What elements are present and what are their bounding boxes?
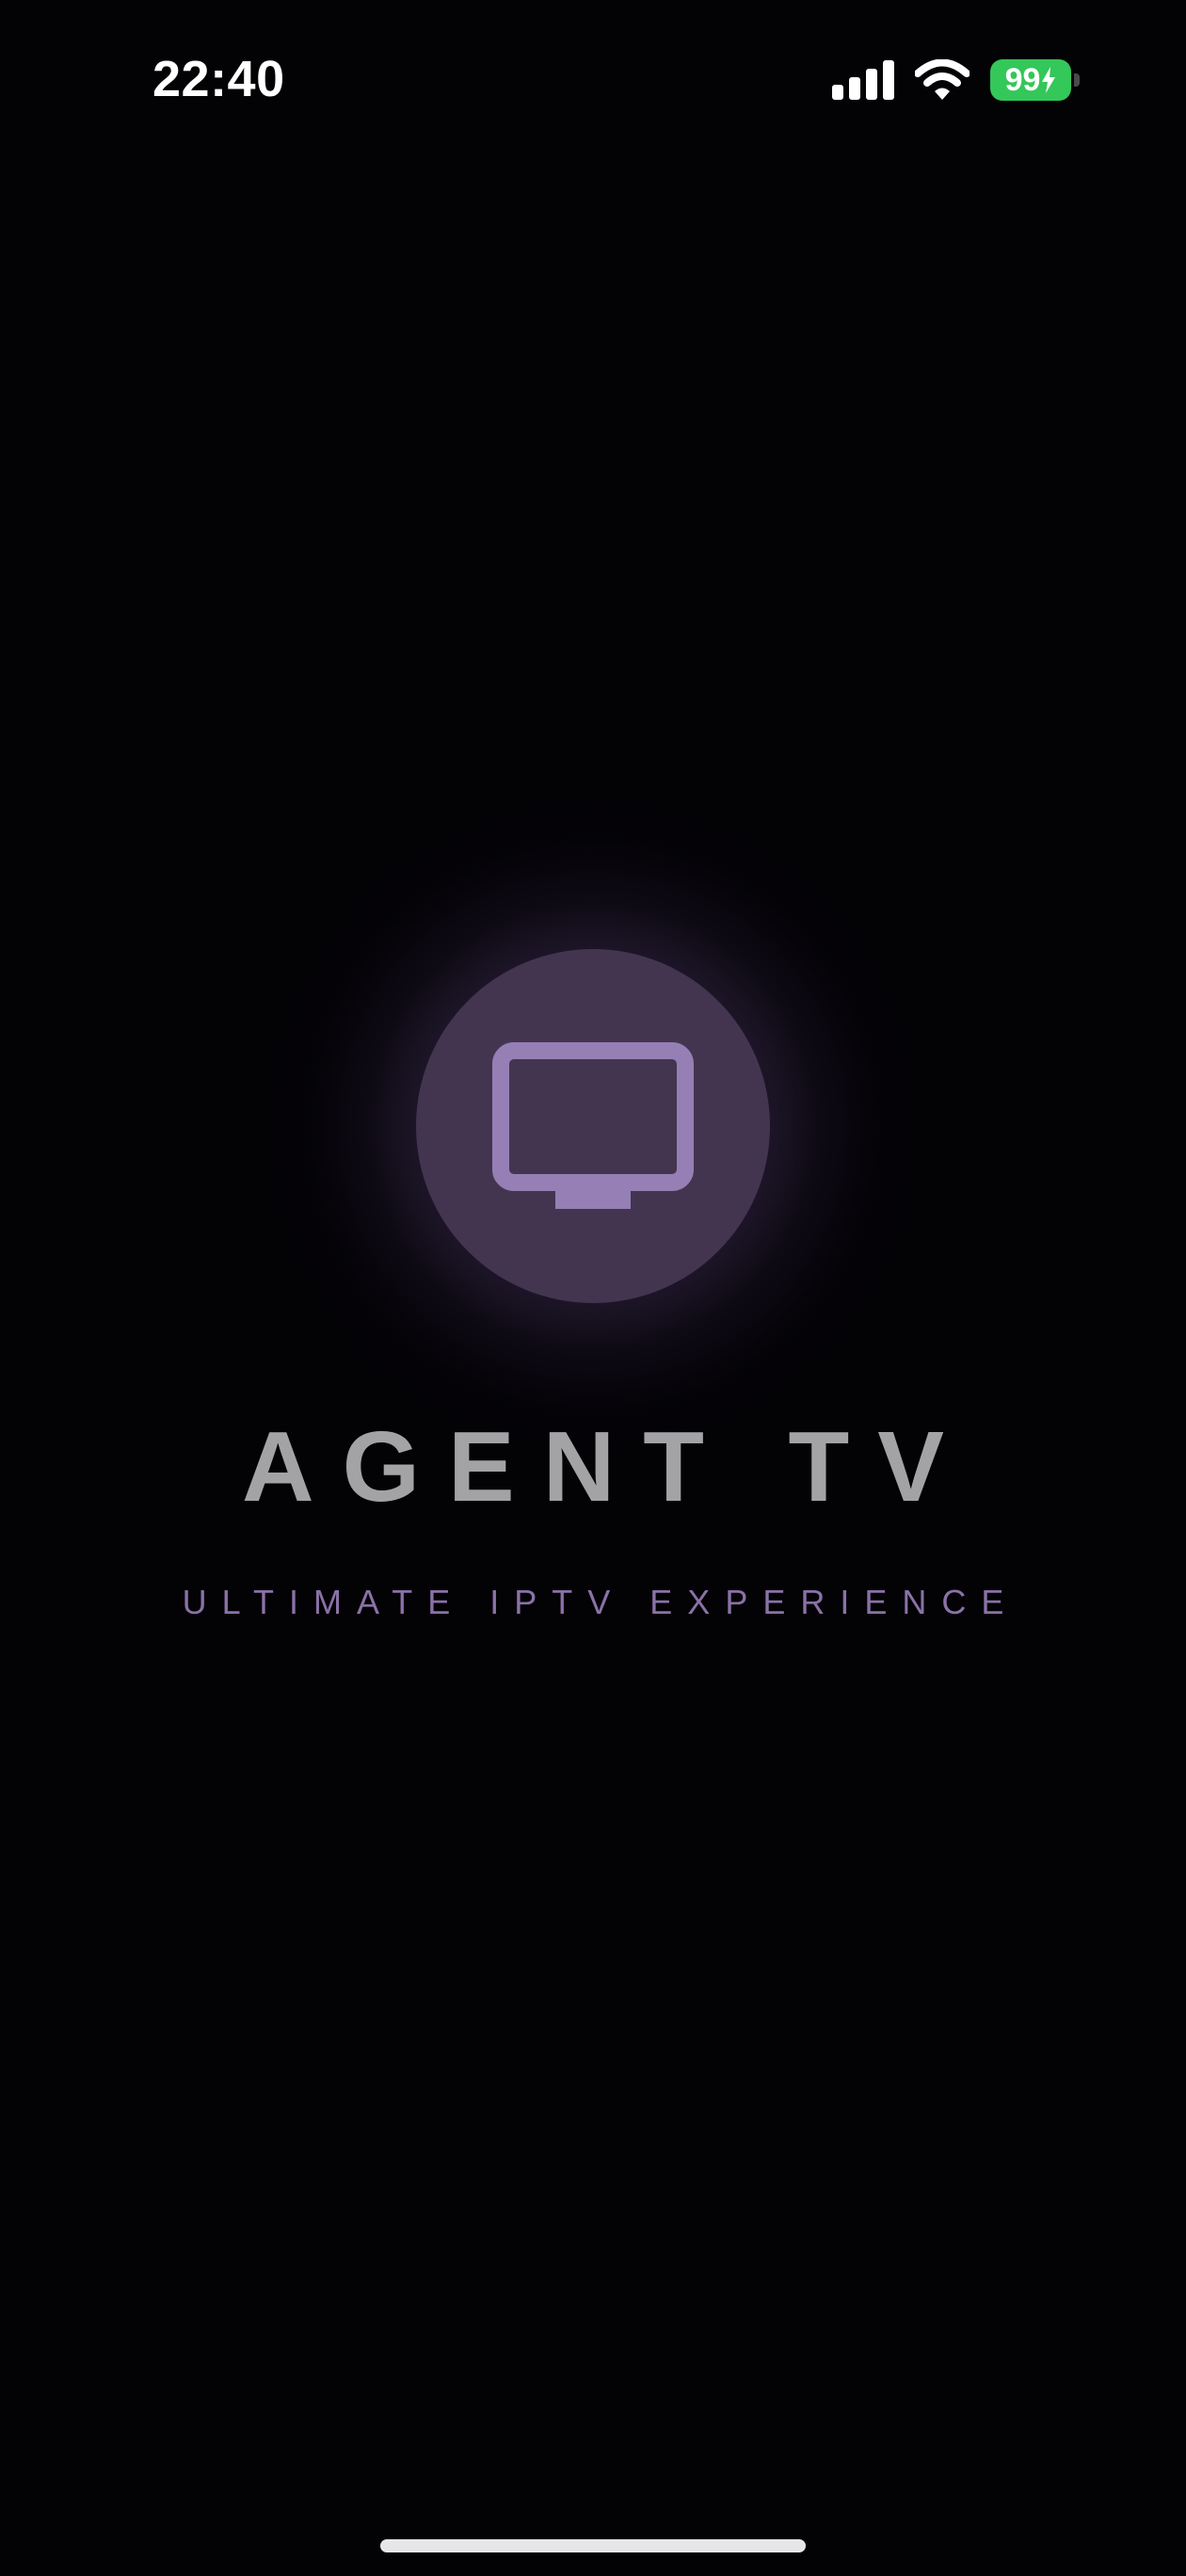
tv-icon <box>492 1042 694 1209</box>
wifi-icon <box>915 59 970 100</box>
battery-cap <box>1074 73 1080 87</box>
charging-bolt-icon <box>1042 67 1056 93</box>
battery-body: 99 <box>990 59 1071 101</box>
battery-level: 99 <box>1004 62 1041 98</box>
app-title: AGENT TV <box>242 1411 972 1522</box>
app-logo <box>416 949 770 1303</box>
home-indicator[interactable] <box>380 2539 806 2552</box>
status-bar: 22:40 99 <box>0 0 1186 160</box>
status-time: 22:40 <box>152 51 285 107</box>
status-indicators: 99 <box>832 56 1082 104</box>
splash-screen: 22:40 99 AGENT TV ULTIMATE IPTV EXPERIEN… <box>0 0 1186 2576</box>
app-tagline: ULTIMATE IPTV EXPERIENCE <box>182 1583 1019 1621</box>
cellular-signal-icon <box>832 60 894 100</box>
battery-icon: 99 <box>990 58 1082 102</box>
